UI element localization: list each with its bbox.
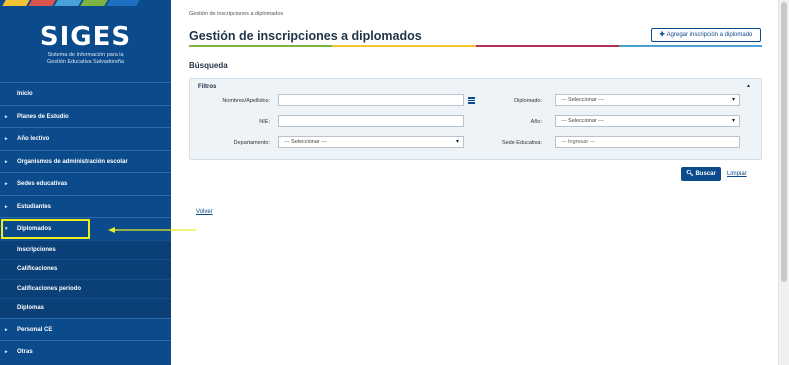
back-link[interactable]: Volver — [196, 209, 213, 215]
logo-subtitle-2: Gestión Educativa Salvadoreña — [46, 58, 125, 65]
nie-input[interactable] — [278, 115, 464, 127]
departamento-select[interactable]: --- Seleccionar --- ▾ — [278, 136, 464, 148]
sidebar-item-label: Sedes educativas — [17, 181, 68, 187]
sede-label: Sede Educativa: — [501, 140, 542, 146]
page-title: Gestión de inscripciones a diplomados — [189, 29, 422, 43]
sidebar-item-inicio[interactable]: Inicio — [0, 82, 171, 105]
logo: SIGES Sistema de Información para la Ges… — [0, 0, 171, 82]
logo-stripes — [0, 0, 171, 6]
departamento-value: --- Seleccionar --- — [284, 139, 327, 145]
sidebar-item-label: Planes de Estudio — [17, 113, 69, 120]
sidebar-item-sedes[interactable]: ▸ Sedes educativas — [0, 172, 171, 195]
breadcrumb: Gestión de inscripciones a diplomados — [189, 11, 284, 17]
departamento-label: Departamento: — [233, 140, 270, 146]
chevron-right-icon: ▸ — [5, 113, 8, 120]
sidebar-item-organismos[interactable]: ▸ Organismos de administración escolar — [0, 149, 171, 173]
chevron-right-icon: ▸ — [5, 158, 8, 165]
sidebar-subitem-calificaciones[interactable]: Calificaciones — [0, 259, 171, 279]
sidebar-subitem-label: Diplomas — [17, 305, 45, 311]
plus-icon: ✚ — [659, 32, 665, 38]
sidebar-item-estudiantes[interactable]: ▸ Estudiantes — [0, 194, 171, 218]
sidebar-item-label: Año lectivo — [17, 136, 50, 142]
chevron-right-icon: ▸ — [5, 203, 8, 210]
sidebar-subitem-diplomas[interactable]: Diplomas — [0, 298, 171, 318]
dropdown-arrow-icon: ▾ — [731, 118, 735, 124]
sidebar-item-anio-lectivo[interactable]: ▸ Año lectivo — [0, 127, 171, 150]
anio-value: --- Seleccionar --- — [561, 118, 604, 124]
clear-link[interactable]: Limpiar — [727, 171, 747, 177]
app-window: SIGES Sistema de Información para la Ges… — [0, 0, 789, 365]
chevron-right-icon: ▸ — [5, 136, 8, 142]
sede-input[interactable]: --- Ingresar --- — [555, 136, 740, 148]
sidebar-subitem-label: Inscripciones — [17, 246, 56, 253]
sidebar-item-label: Estudiantes — [17, 203, 52, 210]
main-content: Gestión de inscripciones a diplomados Ge… — [171, 0, 776, 365]
chevron-right-icon: ▸ — [5, 181, 8, 187]
nombres-label: Nombres/Apellidos: — [222, 98, 270, 104]
highlight-annotation-box — [1, 219, 90, 239]
sidebar-subitem-calificaciones-periodo[interactable]: Calificaciones periodo — [0, 278, 171, 298]
add-inscripcion-button[interactable]: ✚ Agregar inscripción a diplomado — [651, 28, 761, 42]
dropdown-arrow-icon: ▾ — [455, 139, 459, 145]
filters-title: Filtros — [198, 84, 217, 90]
sidebar-item-otras[interactable]: ▸ Otras — [0, 340, 171, 363]
diplomado-select[interactable]: --- Seleccionar --- ▾ — [555, 94, 740, 106]
chevron-right-icon: ▸ — [5, 326, 8, 333]
sidebar-subitem-inscripciones[interactable]: Inscripciones — [0, 239, 171, 259]
sidebar-subitem-label: Calificaciones — [17, 266, 58, 272]
dropdown-arrow-icon: ▾ — [731, 97, 735, 103]
sidebar-item-label: Personal CE — [17, 326, 53, 333]
filters-panel: Filtros ▲ Nombres/Apellidos: NIE: Depart… — [189, 78, 762, 160]
diplomado-value: --- Seleccionar --- — [561, 97, 604, 103]
anio-label: Año: — [530, 119, 542, 125]
sidebar-item-label: Inicio — [17, 91, 33, 97]
search-section-title: Búsqueda — [189, 61, 228, 70]
add-inscripcion-label: Agregar inscripción a diplomado — [666, 32, 753, 38]
sidebar-item-label: Otras — [17, 349, 33, 355]
sidebar-item-personal-ce[interactable]: ▸ Personal CE — [0, 317, 171, 341]
nie-label: NIE: — [259, 119, 270, 125]
search-button[interactable]: 🔍︎ Buscar — [681, 167, 721, 181]
sidebar-subitem-label: Calificaciones periodo — [17, 285, 82, 292]
sidebar-item-planes-estudio[interactable]: ▸ Planes de Estudio — [0, 104, 171, 128]
sidebar: SIGES Sistema de Información para la Ges… — [0, 0, 171, 365]
collapse-up-icon[interactable]: ▲ — [746, 83, 751, 89]
nombres-input[interactable] — [278, 94, 464, 106]
search-button-label: Buscar — [695, 171, 716, 177]
title-color-line — [189, 45, 762, 47]
logo-title: SIGES — [39, 22, 132, 52]
anio-select[interactable]: --- Seleccionar --- ▾ — [555, 115, 740, 127]
search-icon: 🔍︎ — [686, 171, 694, 177]
sidebar-item-label: Organismos de administración escolar — [17, 158, 128, 165]
sede-placeholder: --- Ingresar --- — [561, 139, 596, 145]
chevron-right-icon: ▸ — [5, 349, 8, 355]
diplomado-label: Diplomado: — [514, 98, 542, 104]
vertical-scrollbar[interactable] — [778, 0, 789, 365]
scrollbar-thumb[interactable] — [781, 2, 787, 282]
